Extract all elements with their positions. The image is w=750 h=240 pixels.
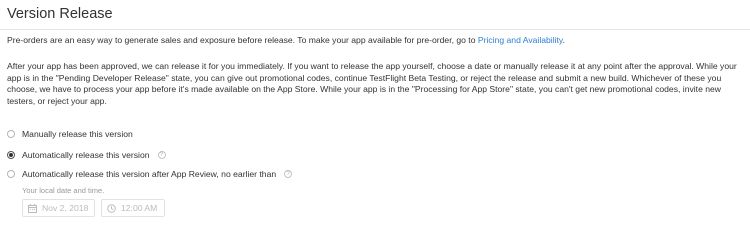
pricing-availability-link[interactable]: Pricing and Availability: [478, 35, 563, 45]
release-time-value: 12:00 AM: [121, 203, 158, 213]
release-option-automatic[interactable]: Automatically release this version ?: [7, 148, 166, 162]
option-label: Automatically release this version after…: [22, 169, 277, 179]
clock-icon: [107, 203, 116, 213]
release-option-manual[interactable]: Manually release this version: [7, 127, 133, 141]
intro-suffix: .: [562, 35, 565, 45]
help-icon[interactable]: ?: [157, 151, 166, 159]
release-time-field[interactable]: 12:00 AM: [101, 199, 165, 217]
intro-text: Pre-orders are an easy way to generate s…: [7, 35, 478, 45]
option-label: Manually release this version: [22, 129, 133, 139]
pre-order-intro: Pre-orders are an easy way to generate s…: [7, 35, 743, 47]
release-description: After your app has been approved, we can…: [7, 61, 737, 106]
help-icon[interactable]: ?: [284, 170, 293, 178]
release-option-scheduled[interactable]: Automatically release this version after…: [7, 167, 293, 181]
calendar-icon: [28, 203, 37, 213]
radio-automatic-release[interactable]: [7, 151, 15, 159]
section-title: Version Release: [7, 6, 113, 22]
option-label: Automatically release this version: [22, 150, 150, 160]
release-date-value: Nov 2, 2018: [42, 203, 89, 213]
release-date-field[interactable]: Nov 2, 2018: [22, 199, 95, 217]
local-time-hint: Your local date and time.: [22, 186, 105, 195]
radio-scheduled-release[interactable]: [7, 170, 15, 178]
radio-manual-release[interactable]: [7, 130, 15, 138]
title-divider: [0, 29, 750, 30]
